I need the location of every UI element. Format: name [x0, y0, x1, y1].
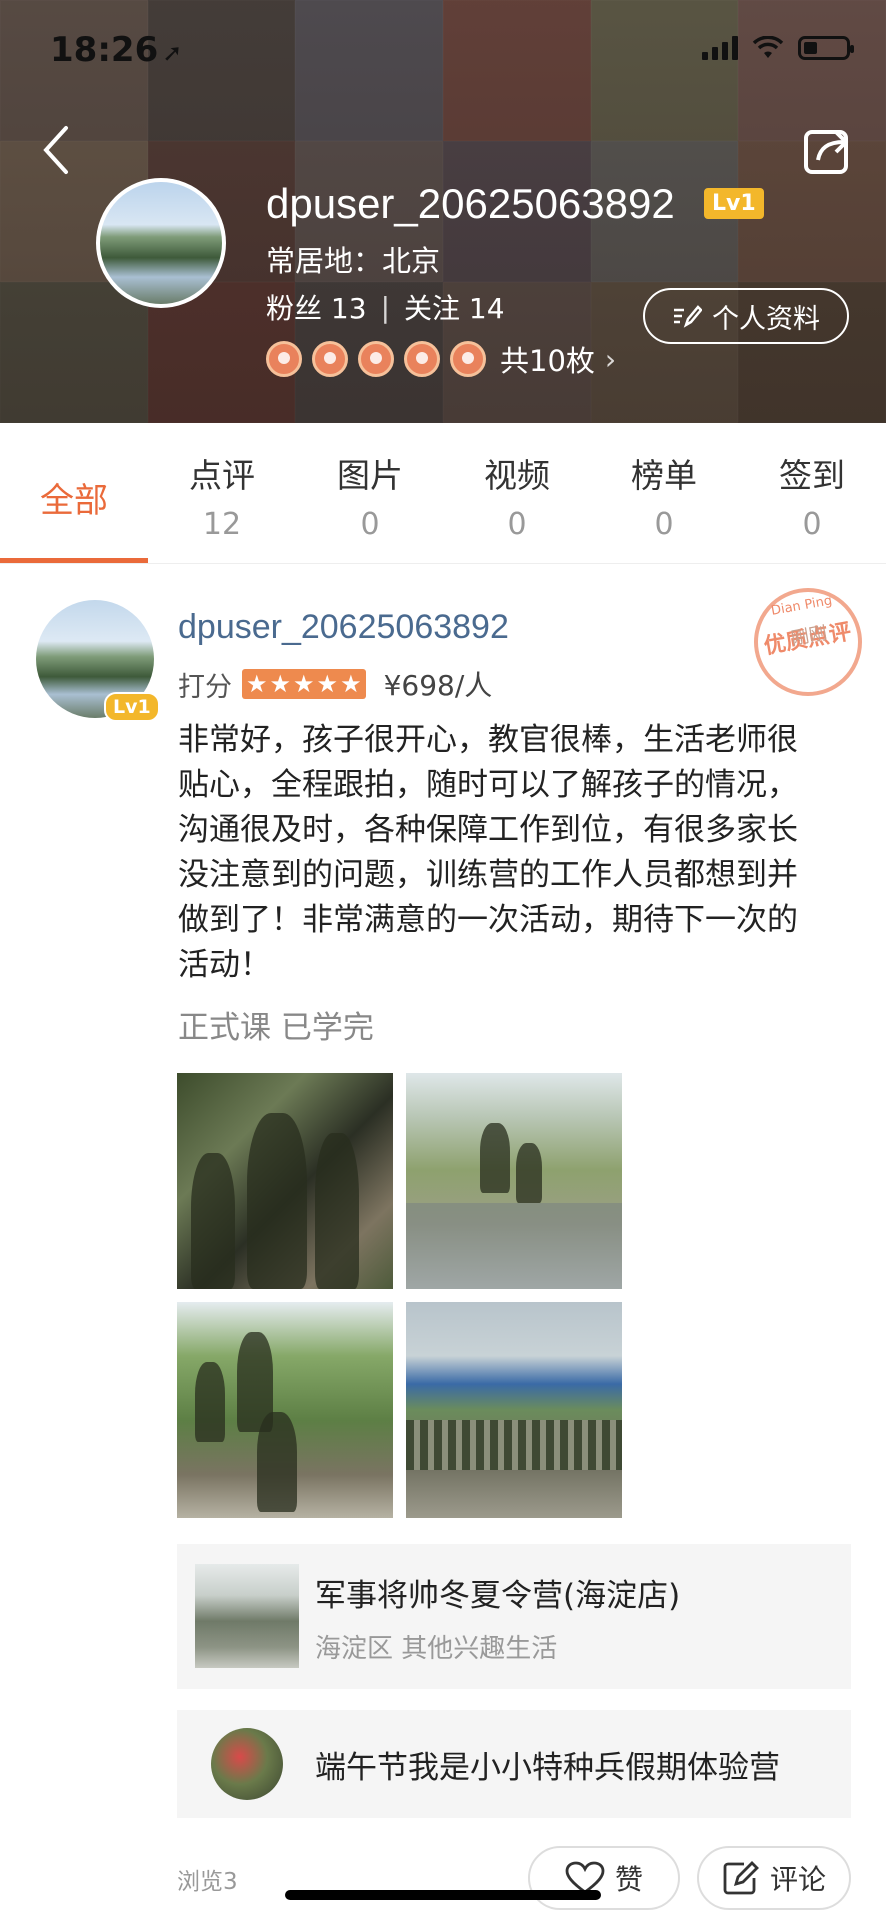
review-photo[interactable]: [406, 1073, 622, 1289]
event-card[interactable]: 端午节我是小小特种兵假期体验营: [177, 1710, 851, 1818]
profile-info-button[interactable]: 个人资料: [643, 288, 849, 344]
wifi-icon: [752, 36, 784, 58]
paw-badge-icon: [312, 341, 348, 377]
comment-button[interactable]: 评论: [697, 1846, 851, 1910]
star-icon: ★: [269, 670, 292, 698]
star-icon: ★: [246, 670, 268, 698]
event-thumbnail: [211, 1728, 283, 1800]
level-badge: Lv1: [704, 188, 764, 219]
residence: 常居地：北京: [266, 244, 441, 278]
checkin-badge-icon: [450, 341, 486, 377]
chevron-right-icon: ›: [604, 342, 617, 376]
edit-icon: [674, 305, 702, 328]
event-name: 端午节我是小小特种兵假期体验营: [315, 1750, 780, 1786]
camera-badge-icon: [266, 341, 302, 377]
profile-header: 18:26 ➚ dpuser_20625063892 Lv1 常居地：北京 粉丝 …: [0, 0, 886, 423]
tab-checkins[interactable]: 签到 0: [750, 423, 874, 563]
content-tabs: 全部 点评 12 图片 0 视频 0 榜单 0 签到 0: [0, 423, 886, 564]
star-icon: ★: [340, 670, 362, 698]
profile-username: dpuser_20625063892: [266, 180, 675, 227]
quality-review-stamp: Dian Ping 刚刚 优质点评: [745, 579, 871, 705]
view-count: 浏览3: [177, 1869, 238, 1895]
cellular-signal-icon: [702, 36, 738, 60]
star-rating: ★ ★ ★ ★ ★: [242, 669, 366, 699]
review-text: 非常好，孩子很开心，教官很棒，生活老师很贴心，全程跟拍，随时可以了解孩子的情况，…: [178, 722, 798, 983]
fans-link[interactable]: 粉丝 13: [266, 287, 367, 327]
score-row: 打分 ★ ★ ★ ★ ★ ¥698/人: [178, 664, 492, 704]
star-icon: ★: [293, 670, 315, 698]
status-icons: [702, 36, 854, 60]
tab-videos[interactable]: 视频 0: [455, 423, 579, 563]
review-username[interactable]: dpuser_20625063892: [178, 608, 509, 647]
shop-meta: 海淀区 其他兴趣生活: [315, 1634, 558, 1664]
tab-lists[interactable]: 榜单 0: [602, 423, 726, 563]
star-icon: ★: [316, 670, 339, 698]
active-tab-indicator: [0, 558, 148, 563]
tab-photos[interactable]: 图片 0: [308, 423, 432, 563]
back-icon[interactable]: [36, 120, 76, 180]
review-level-badge: Lv1: [104, 692, 160, 722]
location-arrow-icon: ➚: [162, 39, 183, 67]
review-photo[interactable]: [177, 1073, 393, 1289]
profile-avatar[interactable]: [96, 178, 226, 308]
shop-name: 军事将帅冬夏令营(海淀店): [315, 1578, 681, 1614]
comment-edit-icon: [723, 1861, 759, 1895]
following-link[interactable]: 关注 14: [404, 287, 505, 327]
battery-icon: [798, 36, 854, 60]
home-indicator: [285, 1890, 601, 1900]
globe-badge-icon: [404, 341, 440, 377]
share-icon[interactable]: [800, 122, 856, 178]
like-button[interactable]: 赞: [528, 1846, 680, 1910]
review-photo[interactable]: [177, 1302, 393, 1518]
tab-all[interactable]: 全部: [0, 423, 148, 563]
status-time: 18:26 ➚: [50, 30, 183, 70]
price-per-person: ¥698/人: [383, 669, 493, 702]
shop-card[interactable]: 军事将帅冬夏令营(海淀店) 海淀区 其他兴趣生活: [177, 1544, 851, 1689]
tab-reviews[interactable]: 点评 12: [160, 423, 284, 563]
review-photo[interactable]: [406, 1302, 622, 1518]
follow-stats: 粉丝 13 | 关注 14: [266, 287, 505, 327]
badges-row[interactable]: 共10枚 ›: [266, 338, 616, 380]
shop-thumbnail: [195, 1564, 299, 1668]
badges-total: 共10枚: [500, 344, 595, 378]
course-status: 正式课 已学完: [178, 1010, 374, 1046]
smile-badge-icon: [358, 341, 394, 377]
